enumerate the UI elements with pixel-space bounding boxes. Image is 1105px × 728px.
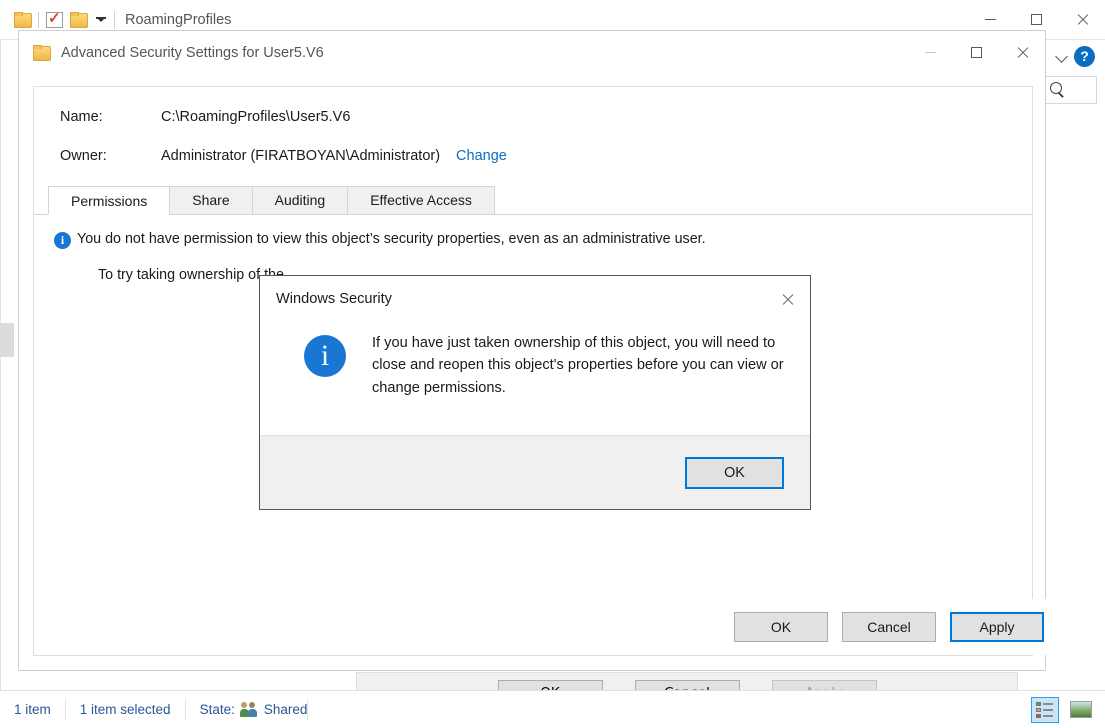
title-divider [114, 10, 115, 29]
permission-warning-text: You do not have permission to view this … [77, 231, 706, 247]
owner-row: Owner: Administrator (FIRATBOYAN\Adminis… [60, 148, 1032, 164]
tab-strip: Permissions Share Auditing Effective Acc… [34, 186, 1032, 215]
tab-share[interactable]: Share [169, 186, 253, 214]
quick-access-toolbar [0, 9, 106, 28]
owner-label: Owner: [60, 148, 107, 164]
view-mode-buttons [1031, 696, 1105, 723]
large-icons-view-icon [1070, 701, 1092, 718]
modal-footer: OK [260, 435, 810, 509]
folder-icon [33, 45, 51, 61]
shared-people-icon [239, 702, 259, 717]
modal-close-button[interactable] [764, 276, 810, 322]
status-items: 1 item 1 item selected State: Shared [0, 691, 322, 728]
status-divider [64, 698, 66, 721]
advanced-maximize-button[interactable] [953, 31, 999, 74]
status-divider [307, 698, 309, 721]
tab-permissions[interactable]: Permissions [48, 186, 171, 215]
close-icon [781, 293, 794, 306]
advanced-security-footer: OK Cancel Apply [34, 599, 1060, 655]
modal-title: Windows Security [276, 291, 392, 307]
advanced-apply-button[interactable]: Apply [950, 612, 1044, 642]
permission-warning: i You do not have permission to view thi… [54, 231, 1032, 249]
advanced-cancel-button[interactable]: Cancel [842, 612, 936, 642]
explorer-scrollbar-thumb[interactable] [0, 323, 14, 357]
screen: RoamingProfiles ? OK Cancel Apply 1 item… [0, 0, 1105, 728]
name-label: Name: [60, 109, 103, 125]
status-state-label: State: [199, 702, 235, 717]
permissions-pane: i You do not have permission to view thi… [34, 215, 1032, 283]
status-state-value: Shared [263, 702, 308, 717]
tab-effective-access[interactable]: Effective Access [347, 186, 495, 214]
close-icon [1016, 46, 1029, 59]
explorer-left-border [0, 40, 1, 728]
explorer-window-title: RoamingProfiles [125, 11, 232, 28]
modal-body: i If you have just taken ownership of th… [260, 322, 810, 434]
explorer-status-bar: 1 item 1 item selected State: Shared [0, 690, 1105, 728]
advanced-security-titlebar: Advanced Security Settings for User5.V6 [19, 31, 1045, 74]
advanced-close-button[interactable] [999, 31, 1045, 74]
name-row: Name: C:\RoamingProfiles\User5.V6 [60, 109, 1032, 125]
search-icon [1049, 82, 1065, 98]
object-info: Name: C:\RoamingProfiles\User5.V6 Owner:… [34, 87, 1032, 164]
advanced-security-title: Advanced Security Settings for User5.V6 [61, 44, 324, 61]
status-selection: 1 item selected [79, 702, 171, 717]
status-state: State: Shared [199, 702, 308, 717]
status-divider [184, 698, 186, 721]
modal-ok-button[interactable]: OK [685, 456, 784, 489]
windows-security-dialog: Windows Security i If you have just take… [259, 275, 811, 510]
explorer-close-button[interactable] [1059, 0, 1105, 40]
advanced-minimize-button [907, 31, 953, 74]
help-icon[interactable]: ? [1074, 45, 1095, 67]
name-value: C:\RoamingProfiles\User5.V6 [161, 109, 351, 125]
customize-caret-icon[interactable] [96, 17, 106, 22]
tab-auditing[interactable]: Auditing [251, 186, 349, 214]
modal-header: Windows Security [260, 276, 810, 322]
folder-icon [14, 12, 32, 28]
advanced-security-window-controls [907, 31, 1045, 74]
minimize-icon [924, 52, 936, 53]
toolbar-divider [38, 11, 39, 28]
properties-checkbox-icon[interactable] [46, 9, 63, 28]
status-item-count: 1 item [14, 702, 51, 717]
advanced-ok-button[interactable]: OK [734, 612, 828, 642]
maximize-icon [970, 47, 982, 58]
details-view-icon [1036, 701, 1054, 718]
large-icons-view-button[interactable] [1067, 697, 1095, 723]
owner-value: Administrator (FIRATBOYAN\Administrator) [161, 148, 441, 164]
maximize-icon [1030, 14, 1042, 25]
folder-icon[interactable] [70, 12, 88, 28]
modal-message: If you have just taken ownership of this… [372, 335, 784, 396]
info-icon: i [54, 232, 71, 249]
close-icon [1076, 13, 1089, 26]
change-owner-link[interactable]: Change [456, 148, 507, 164]
info-icon: i [304, 335, 346, 377]
chevron-down-icon[interactable] [1056, 50, 1068, 62]
minimize-icon [984, 19, 996, 20]
details-view-button[interactable] [1031, 696, 1059, 723]
